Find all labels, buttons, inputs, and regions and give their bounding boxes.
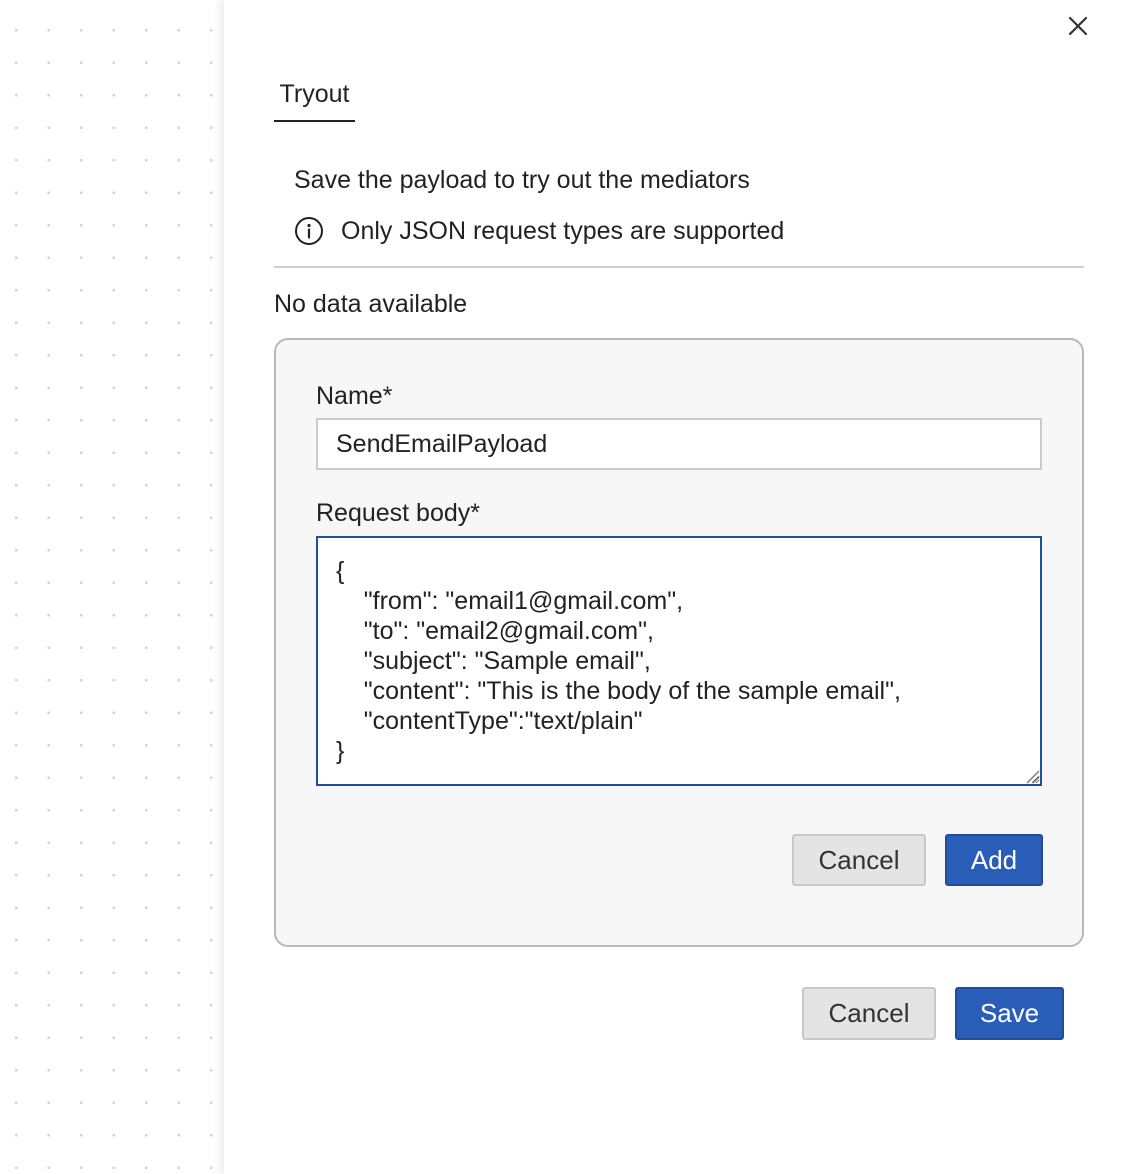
save-button[interactable]: Save <box>955 987 1064 1040</box>
request-body-textarea[interactable]: { "from": "email1@gmail.com", "to": "ema… <box>316 536 1042 786</box>
add-payload-form: Name* Request body* { "from": "email1@gm… <box>274 338 1084 947</box>
form-cancel-button[interactable]: Cancel <box>792 834 926 886</box>
canvas-background <box>0 0 224 1174</box>
footer-cancel-button[interactable]: Cancel <box>802 987 936 1040</box>
info-notice: Only JSON request types are supported <box>294 212 784 250</box>
tryout-side-panel: Tryout Save the payload to try out the m… <box>224 0 1126 1174</box>
close-icon <box>1068 16 1088 36</box>
name-input[interactable] <box>316 418 1042 470</box>
request-body-label: Request body* <box>316 499 481 527</box>
add-button[interactable]: Add <box>945 834 1043 886</box>
info-icon <box>295 217 323 245</box>
panel-description: Save the payload to try out the mediator… <box>294 166 750 194</box>
tab-tryout[interactable]: Tryout <box>274 74 355 122</box>
name-label: Name* <box>316 382 393 410</box>
divider <box>274 266 1084 268</box>
empty-state-text: No data available <box>274 290 468 318</box>
resize-handle-icon[interactable] <box>1024 768 1040 784</box>
info-text: Only JSON request types are supported <box>341 217 785 245</box>
close-button[interactable] <box>1064 12 1092 40</box>
